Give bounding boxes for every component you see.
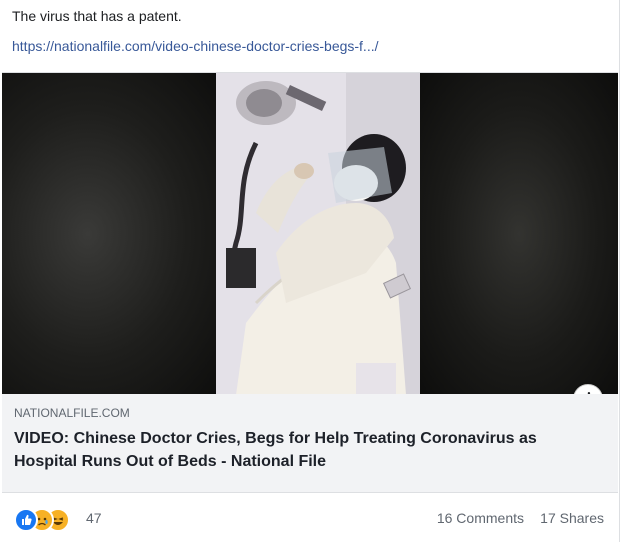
video-frame [216, 73, 420, 395]
comments-count[interactable]: 16 Comments [437, 510, 524, 526]
link-preview-image[interactable] [2, 72, 618, 395]
link-preview-info[interactable]: NATIONALFILE.COM VIDEO: Chinese Doctor C… [2, 394, 618, 493]
video-blurred-background-left [2, 73, 216, 395]
post-footer: 47 16 Comments 17 Shares [0, 502, 620, 532]
like-icon [14, 508, 38, 532]
facebook-post: The virus that has a patent. https://nat… [0, 0, 620, 542]
post-link[interactable]: https://nationalfile.com/video-chinese-d… [12, 38, 379, 54]
reaction-count[interactable]: 47 [86, 510, 102, 526]
link-domain: NATIONALFILE.COM [14, 406, 130, 420]
doctor-video-still [216, 73, 420, 395]
shares-count[interactable]: 17 Shares [540, 510, 604, 526]
post-text: The virus that has a patent. [12, 8, 182, 24]
video-blurred-background-right [420, 73, 618, 395]
link-headline[interactable]: VIDEO: Chinese Doctor Cries, Begs for He… [14, 427, 604, 473]
